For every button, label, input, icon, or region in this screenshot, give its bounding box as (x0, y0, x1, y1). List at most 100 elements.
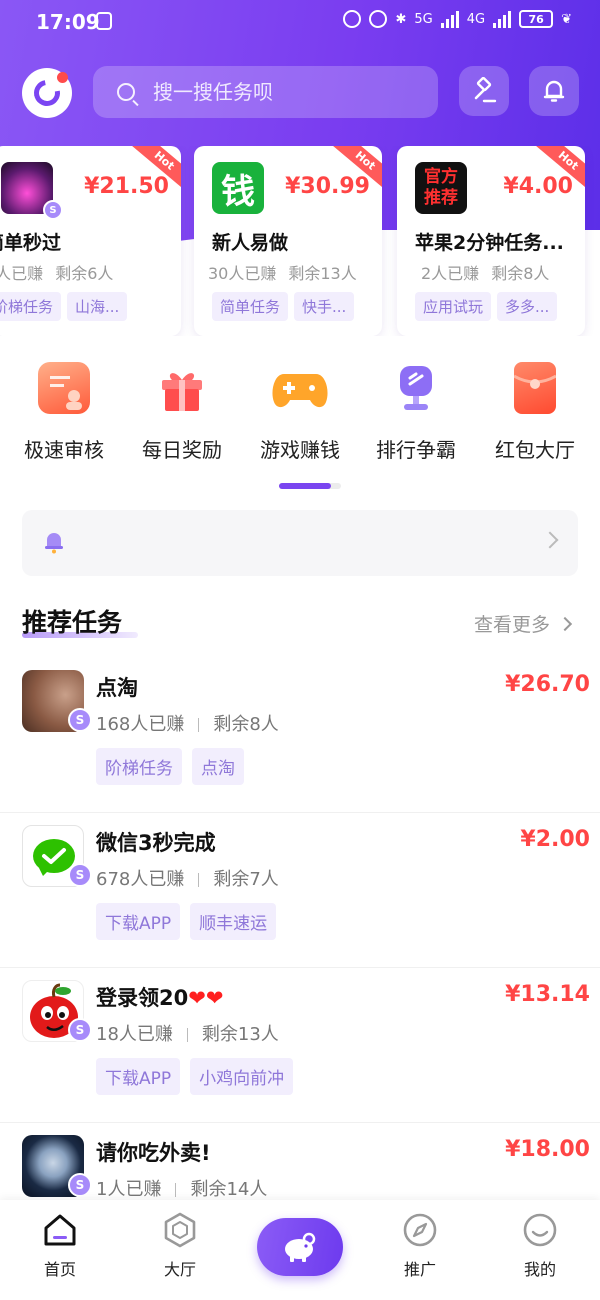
search-input[interactable] (153, 80, 413, 104)
category-label: 每日奖励 (142, 438, 222, 462)
nav-home[interactable]: 首页 (20, 1212, 100, 1280)
hot-card-remaining: 剩余8人 (491, 264, 550, 283)
category-label: 红包大厅 (495, 438, 575, 462)
tag: 下载APP (96, 903, 181, 940)
notification-button[interactable] (529, 66, 579, 116)
task-tags: 阶梯任务 点淘 (96, 748, 244, 785)
logo-dot (57, 72, 68, 83)
network-4g: 4G (466, 11, 486, 27)
task-remaining: 剩余7人 (213, 869, 279, 890)
hot-card[interactable]: Hot 钱 ¥30.99 新人易做 30人已赚 剩余13人 简单任务 快手... (194, 146, 382, 336)
hand-icon (96, 12, 112, 30)
hot-card-stats: 2人已赚 剩余8人 (421, 260, 549, 284)
hot-card-tags: 阶梯任务 山海... (0, 292, 128, 321)
tag: 简单任务 (212, 292, 289, 321)
task-title: 微信3秒完成 (96, 831, 216, 855)
hot-card-earned: 2人已赚 (421, 264, 480, 283)
nav-promote[interactable]: 推广 (380, 1212, 460, 1280)
app-logo[interactable] (22, 68, 72, 118)
nav-hall[interactable]: 大厅 (140, 1212, 220, 1280)
hexagon-icon (162, 1212, 198, 1248)
battery-icon: 76 (519, 10, 554, 28)
hot-card-earned: 30人已赚 (208, 264, 277, 283)
task-item[interactable]: S 登录领20❤❤ ¥13.14 18人已赚 剩余13人 下载APP 小鸡向前冲 (0, 968, 600, 1123)
section-title: 推荐任务 (22, 608, 123, 637)
hot-card-remaining: 剩余13人 (288, 264, 357, 283)
chevron-right-icon (541, 531, 559, 549)
chevron-right-icon (557, 616, 573, 631)
hot-task-carousel[interactable]: Hot S ¥21.50 简单秒过 4人已赚剩余6人 阶梯任务 山海... Ho… (0, 146, 600, 336)
tag: 快手... (294, 292, 355, 321)
gavel-icon (474, 77, 497, 103)
piggy-bank-button[interactable] (257, 1218, 343, 1276)
task-price: ¥18.00 (505, 1137, 590, 1162)
nav-label: 推广 (403, 1260, 436, 1279)
bluetooth-icon: ✱ (395, 11, 407, 27)
s-level-badge: S (68, 1173, 92, 1197)
signal-icon-2 (493, 10, 512, 28)
bottom-nav: 首页 大厅 推广 我的 (0, 1200, 600, 1300)
hot-card-earned: 4人已赚 (0, 264, 44, 283)
category-label: 游戏赚钱 (260, 438, 340, 462)
category-label: 极速审核 (24, 438, 104, 462)
category-game-earn[interactable]: 游戏赚钱 (240, 362, 360, 463)
tag: 顺丰速运 (190, 903, 277, 940)
task-stats: 18人已赚 剩余13人 (96, 1020, 279, 1046)
category-label: 排行争霸 (376, 438, 456, 462)
task-remaining: 剩余13人 (201, 1024, 279, 1045)
task-item[interactable]: S 点淘 ¥26.70 168人已赚 剩余8人 阶梯任务 点淘 (0, 658, 600, 813)
tag: 阶梯任务 (96, 748, 182, 785)
task-earned: 18人已赚 (96, 1024, 173, 1045)
hot-card-price: ¥4.00 (503, 174, 573, 199)
hot-card-price: ¥30.99 (285, 174, 370, 199)
status-time: 17:09 (36, 10, 100, 34)
review-icon (38, 362, 90, 414)
bell-icon (543, 80, 565, 102)
task-title-row: 登录领20❤❤ (96, 982, 223, 1012)
category-ranking[interactable]: 排行争霸 (356, 362, 476, 463)
eye-icon (343, 10, 362, 28)
compass-icon (402, 1212, 438, 1248)
nav-mine[interactable]: 我的 (500, 1212, 580, 1280)
red-packet-icon (513, 362, 557, 414)
task-remaining: 剩余14人 (190, 1179, 268, 1200)
hot-card[interactable]: Hot S ¥21.50 简单秒过 4人已赚剩余6人 阶梯任务 山海... (0, 146, 181, 336)
auction-button[interactable] (459, 66, 509, 116)
hot-card-stats: 30人已赚 剩余13人 (208, 260, 357, 284)
task-price: ¥2.00 (520, 827, 590, 852)
qian-app-icon: 钱 (212, 162, 264, 214)
s-level-badge: S (68, 863, 92, 887)
task-price: ¥13.14 (505, 982, 590, 1007)
tag: 多多... (497, 292, 558, 321)
nav-label: 我的 (523, 1260, 556, 1279)
tag: 下载APP (96, 1058, 181, 1095)
leaf-icon: ❦ (561, 11, 572, 27)
task-stats: 678人已赚 剩余7人 (96, 865, 279, 891)
category-red-packet[interactable]: 红包大厅 (475, 362, 595, 463)
task-item[interactable]: S 微信3秒完成 ¥2.00 678人已赚 剩余7人 下载APP 顺丰速运 (0, 813, 600, 968)
task-title: 登录领20 (96, 986, 189, 1010)
category-fast-review[interactable]: 极速审核 (4, 362, 124, 463)
view-more-link[interactable]: 查看更多 (474, 610, 573, 637)
home-icon (42, 1212, 78, 1248)
s-level-badge: S (68, 1018, 92, 1042)
search-bar[interactable] (93, 66, 438, 118)
notice-bar[interactable] (22, 510, 578, 576)
hot-card[interactable]: Hot 官方推荐 ¥4.00 苹果2分钟任务... 2人已赚 剩余8人 应用试玩 … (397, 146, 585, 336)
hot-card-price: ¥21.50 (84, 174, 169, 199)
task-earned: 678人已赚 (96, 869, 185, 890)
task-price: ¥26.70 (505, 672, 590, 697)
status-icons: ✱ 5G 4G 76 ❦ (343, 10, 572, 28)
category-pager (279, 483, 341, 489)
task-title: 请你吃外卖! (96, 1141, 211, 1165)
task-tags: 下载APP 小鸡向前冲 (96, 1058, 294, 1095)
task-tags: 下载APP 顺丰速运 (96, 903, 277, 940)
category-grid: 极速审核 每日奖励 游戏赚钱 排行争霸 红包大厅 (0, 362, 600, 472)
piggy-bank-icon (285, 1232, 316, 1262)
divider (175, 1183, 177, 1197)
category-daily-reward[interactable]: 每日奖励 (122, 362, 242, 463)
hot-card-title: 苹果2分钟任务... (415, 232, 564, 254)
divider (186, 1028, 188, 1042)
pager-indicator (279, 483, 331, 489)
profile-icon (522, 1212, 558, 1248)
